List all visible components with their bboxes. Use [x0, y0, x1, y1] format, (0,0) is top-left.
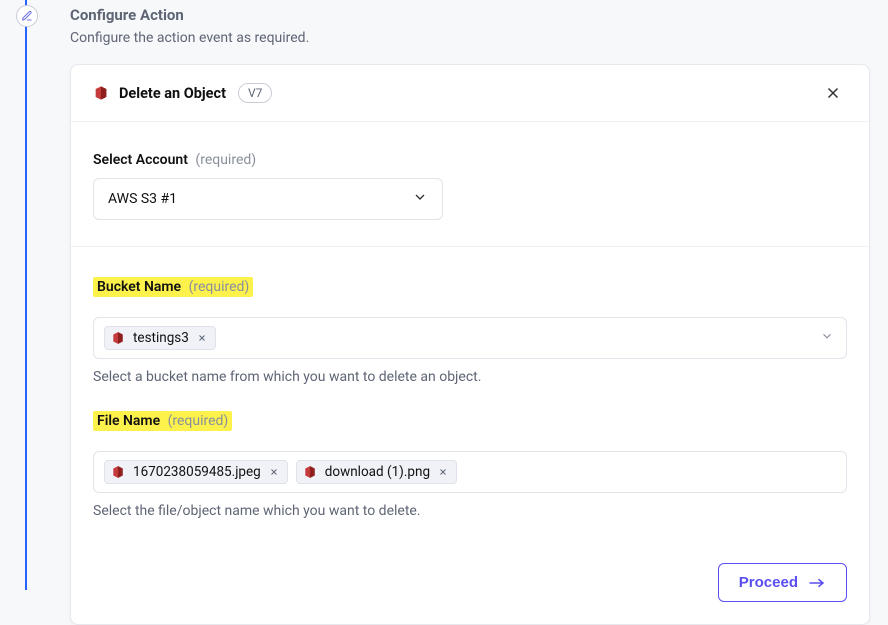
proceed-label: Proceed	[739, 574, 798, 591]
s3-icon	[303, 465, 317, 479]
bucket-required: (required)	[189, 279, 250, 295]
bucket-helper: Select a bucket name from which you want…	[93, 369, 847, 385]
chevron-down-icon	[412, 189, 428, 209]
file-input[interactable]: 1670238059485.jpeg download (1).png	[93, 451, 847, 493]
chevron-down-icon	[820, 329, 834, 347]
step-node-icon	[16, 5, 38, 27]
account-required: (required)	[195, 152, 256, 168]
config-card: Delete an Object V7 Select Account (requ…	[70, 64, 870, 625]
file-helper: Select the file/object name which you wa…	[93, 503, 847, 519]
page-title: Configure Action	[70, 6, 870, 24]
bucket-label: Bucket Name (required)	[93, 277, 253, 297]
card-title: Delete an Object	[119, 85, 226, 102]
timeline-line	[25, 0, 27, 590]
s3-icon	[111, 331, 125, 345]
chip-remove-icon[interactable]	[436, 465, 450, 479]
bucket-input[interactable]: testings3	[93, 317, 847, 359]
bucket-chip-label: testings3	[133, 330, 189, 346]
bucket-label-text: Bucket Name	[97, 279, 181, 295]
account-label-text: Select Account	[93, 152, 188, 168]
file-chip-label-1: download (1).png	[325, 464, 430, 480]
bucket-chip: testings3	[104, 326, 216, 350]
file-required: (required)	[168, 413, 229, 429]
chip-remove-icon[interactable]	[267, 465, 281, 479]
card-header: Delete an Object V7	[71, 65, 869, 122]
file-chip: download (1).png	[296, 460, 457, 484]
account-label: Select Account (required)	[93, 152, 256, 168]
fields-section: Bucket Name (required) testings3	[71, 247, 869, 545]
account-select[interactable]: AWS S3 #1	[93, 178, 443, 220]
file-label-text: File Name	[97, 413, 160, 429]
file-chip: 1670238059485.jpeg	[104, 460, 288, 484]
version-pill: V7	[238, 83, 272, 103]
close-button[interactable]	[819, 79, 847, 107]
s3-icon	[111, 465, 125, 479]
proceed-button[interactable]: Proceed	[718, 563, 847, 602]
card-footer: Proceed	[71, 545, 869, 624]
s3-icon	[93, 85, 109, 101]
account-section: Select Account (required) AWS S3 #1	[71, 122, 869, 247]
chip-remove-icon[interactable]	[195, 331, 209, 345]
account-select-value: AWS S3 #1	[108, 191, 177, 207]
page-subtitle: Configure the action event as required.	[70, 30, 870, 46]
file-chip-label-0: 1670238059485.jpeg	[133, 464, 261, 480]
file-label: File Name (required)	[93, 411, 232, 431]
